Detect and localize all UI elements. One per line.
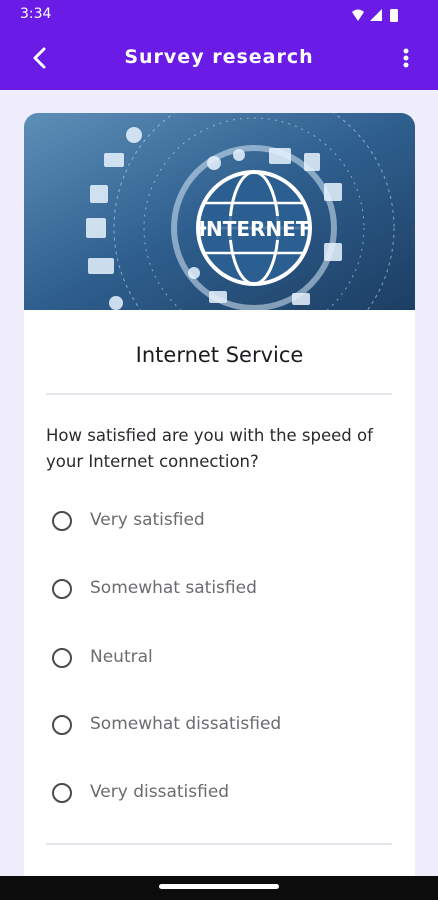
home-handle[interactable] (159, 884, 279, 889)
radio-button[interactable] (52, 783, 72, 803)
system-nav-bar (0, 876, 438, 900)
options-divider (46, 843, 392, 845)
survey-card: INTERNET Internet Service How satisfied … (24, 113, 415, 893)
option-somewhat-dissatisfied[interactable]: Somewhat dissatisfied (52, 712, 372, 742)
option-label: Somewhat satisfied (90, 578, 257, 598)
radio-button[interactable] (52, 715, 72, 735)
wifi-icon (352, 9, 364, 21)
signal-icon (370, 9, 382, 21)
page-title: Survey research (124, 46, 314, 68)
status-bar: 3:34 (0, 0, 438, 30)
option-very-dissatisfied[interactable]: Very dissatisfied (52, 780, 372, 810)
top-bar: 3:34 Survey research (0, 0, 438, 90)
status-icons (352, 9, 398, 22)
heading-divider (46, 393, 392, 395)
option-label: Somewhat dissatisfied (90, 714, 282, 734)
app-bar: Survey research (0, 30, 438, 90)
option-label: Very dissatisfied (90, 782, 230, 802)
option-somewhat-satisfied[interactable]: Somewhat satisfied (52, 576, 372, 606)
option-label: Neutral (90, 647, 153, 667)
option-label: Very satisfied (90, 510, 205, 530)
banner-text: INTERNET (199, 217, 310, 241)
radio-button[interactable] (52, 511, 72, 531)
more-vert-icon[interactable] (396, 44, 416, 72)
internet-banner-image: INTERNET (24, 113, 415, 310)
radio-button[interactable] (52, 579, 72, 599)
option-neutral[interactable]: Neutral (52, 645, 372, 675)
option-very-satisfied[interactable]: Very satisfied (52, 508, 372, 538)
survey-question: How satisfied are you with the speed of … (46, 426, 373, 471)
survey-heading: Internet Service (135, 343, 304, 367)
battery-icon (390, 9, 398, 22)
radio-button[interactable] (52, 648, 72, 668)
status-time: 3:34 (20, 6, 52, 22)
